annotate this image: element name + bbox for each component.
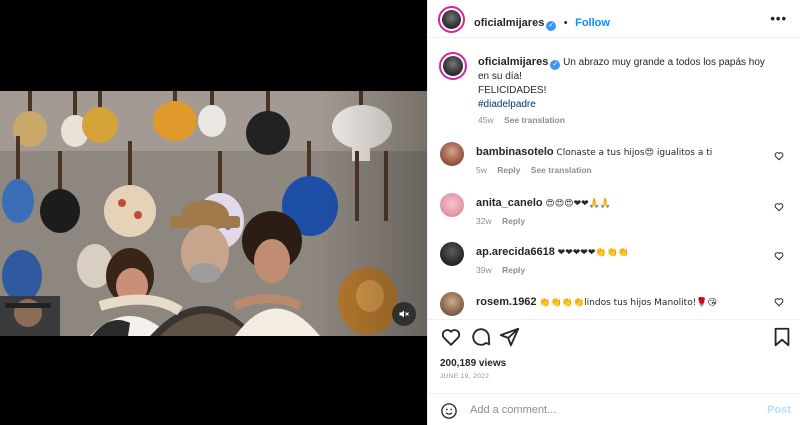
mute-icon xyxy=(399,310,409,318)
comment-age[interactable]: 32w xyxy=(476,216,492,226)
comment-item: bambinasotelo Clonaste a tus hijos😍 igua… xyxy=(440,142,790,182)
comment-meta: 39w Reply xyxy=(476,265,533,275)
post-header: oficialmijares ✓ • Follow ••• xyxy=(428,0,800,38)
header-line: oficialmijares ✓ • Follow xyxy=(474,13,610,31)
heart-icon[interactable] xyxy=(774,297,784,307)
more-icon[interactable]: ••• xyxy=(770,11,787,26)
caption-avatar[interactable] xyxy=(439,52,467,80)
comment-body: 😍😍😍❤❤🙏🙏 xyxy=(545,199,612,209)
mute-button[interactable] xyxy=(392,302,416,326)
reply-button[interactable]: Reply xyxy=(497,165,520,175)
video-frame[interactable] xyxy=(0,91,427,336)
comment-meta: 5w Reply See translation xyxy=(476,165,600,175)
share-icon[interactable] xyxy=(499,326,521,348)
caption-meta: 45w See translation xyxy=(478,115,573,125)
heart-icon[interactable] xyxy=(774,251,784,261)
comments-list[interactable]: oficialmijares ✓ Un abrazo muy grande a t… xyxy=(428,38,800,319)
emoji-icon[interactable] xyxy=(440,402,458,420)
comment-username[interactable]: rosem.1962 xyxy=(476,296,537,308)
comment-item: rosem.1962 👏👏👏👏lindos tus hijos Manolito… xyxy=(440,292,790,319)
post-actions: 200,189 views JUNE 19, 2022 xyxy=(428,319,800,380)
caption-username[interactable]: oficialmijares xyxy=(478,56,548,68)
video-shade xyxy=(317,91,427,336)
heart-icon[interactable] xyxy=(774,202,784,212)
view-count[interactable]: 200,189 views xyxy=(440,358,506,369)
comment-body: ❤❤❤❤❤👏👏👏 xyxy=(557,248,629,258)
add-comment-bar: Add a comment... Post xyxy=(428,393,800,425)
commenter-avatar[interactable] xyxy=(440,142,464,166)
verified-badge-icon: ✓ xyxy=(550,60,561,70)
comment-age[interactable]: 39w xyxy=(476,265,492,275)
comment-text: rosem.1962 👏👏👏👏lindos tus hijos Manolito… xyxy=(476,295,776,310)
comment-username[interactable]: ap.arecida6618 xyxy=(476,246,555,258)
comment-item: anita_canelo 😍😍😍❤❤🙏🙏 32w Reply xyxy=(440,193,790,233)
comment-icon[interactable] xyxy=(470,326,492,348)
heart-icon[interactable] xyxy=(440,326,462,348)
comment-text: ap.arecida6618 ❤❤❤❤❤👏👏👏 xyxy=(476,245,776,260)
post-dialog: oficialmijares ✓ • Follow ••• oficialmija… xyxy=(0,0,800,425)
author-avatar[interactable] xyxy=(438,6,465,33)
commenter-avatar[interactable] xyxy=(440,242,464,266)
verified-badge-icon: ✓ xyxy=(546,21,557,31)
follow-button[interactable]: Follow xyxy=(575,17,610,29)
comment-text: anita_canelo 😍😍😍❤❤🙏🙏 xyxy=(476,196,776,211)
post-date[interactable]: JUNE 19, 2022 xyxy=(440,373,489,380)
caption-hashtag[interactable]: #diadelpadre xyxy=(478,99,536,110)
separator-dot: • xyxy=(563,17,568,29)
heart-icon[interactable] xyxy=(774,151,784,161)
post-media[interactable] xyxy=(0,0,427,425)
author-username[interactable]: oficialmijares xyxy=(474,17,544,29)
caption-age[interactable]: 45w xyxy=(478,115,494,125)
comment-meta: 32w Reply xyxy=(476,216,533,226)
commenter-avatar[interactable] xyxy=(440,193,464,217)
comment-age[interactable]: 5w xyxy=(476,165,487,175)
caption-line2: FELICIDADES! xyxy=(478,85,547,96)
caption-see-translation[interactable]: See translation xyxy=(504,115,565,125)
post-info-panel: oficialmijares ✓ • Follow ••• oficialmija… xyxy=(427,0,800,425)
comment-input[interactable]: Add a comment... xyxy=(470,404,556,416)
post-comment-button[interactable]: Post xyxy=(767,404,791,416)
comment-body: Clonaste a tus hijos😍 igualitos a ti xyxy=(556,148,713,158)
comment-text: bambinasotelo Clonaste a tus hijos😍 igua… xyxy=(476,145,776,160)
commenter-avatar[interactable] xyxy=(440,292,464,316)
reply-button[interactable]: Reply xyxy=(502,216,525,226)
caption-block: oficialmijares ✓ Un abrazo muy grande a t… xyxy=(439,52,790,127)
see-translation-button[interactable]: See translation xyxy=(531,165,592,175)
caption-text: oficialmijares ✓ Un abrazo muy grande a t… xyxy=(478,55,778,112)
comment-username[interactable]: anita_canelo xyxy=(476,197,543,209)
comment-username[interactable]: bambinasotelo xyxy=(476,146,554,158)
comment-item: ap.arecida6618 ❤❤❤❤❤👏👏👏 39w Reply xyxy=(440,242,790,282)
comment-body: 👏👏👏👏lindos tus hijos Manolito!🌹😘 xyxy=(539,298,717,308)
reply-button[interactable]: Reply xyxy=(502,265,525,275)
bookmark-icon[interactable] xyxy=(771,326,793,348)
